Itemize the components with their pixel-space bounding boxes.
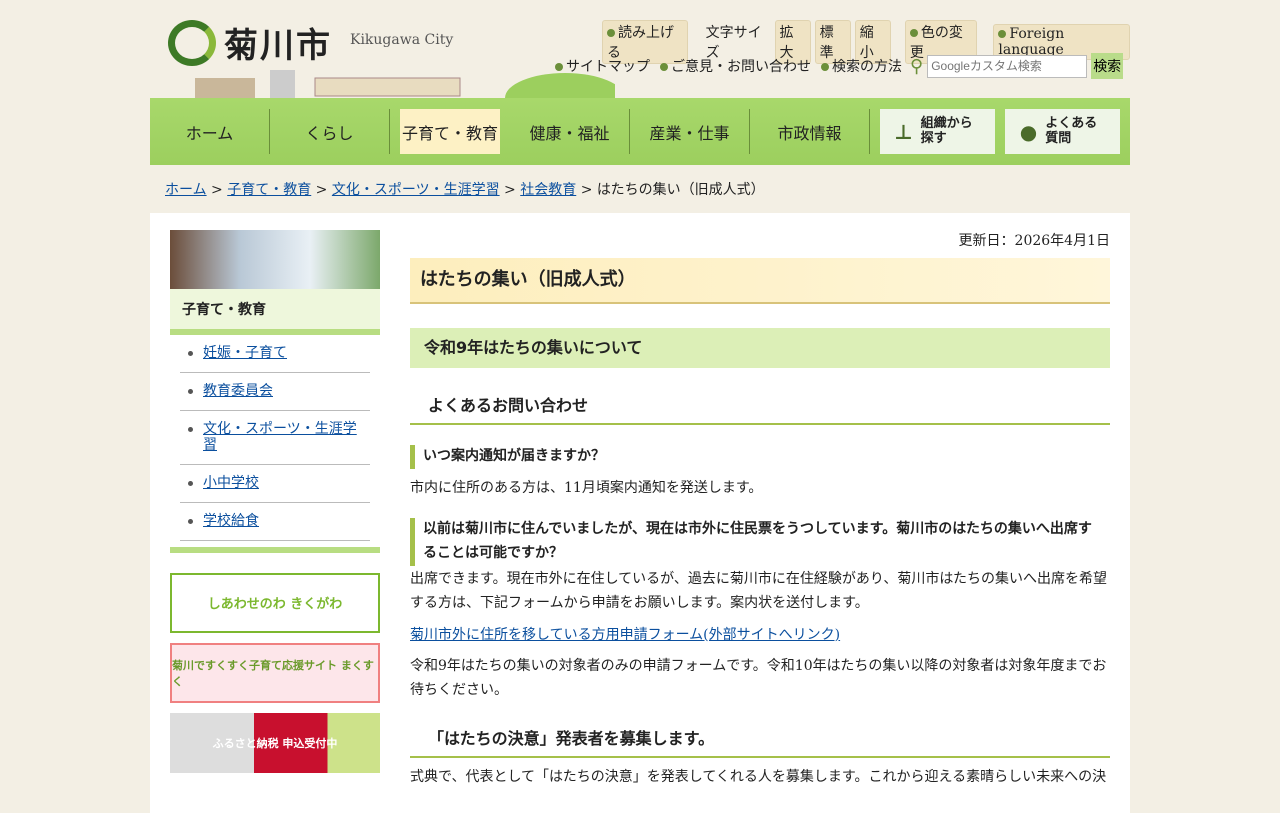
nav-city-info[interactable]: 市政情報 [750,109,870,154]
logo-text: 菊川市 [224,26,332,66]
city-emblem-icon [168,19,216,66]
sidebar-photo [170,230,380,289]
bullet-icon [607,29,615,37]
search-input[interactable] [927,54,1088,78]
application-form-link[interactable]: 菊川市外に住所を移している方用申請フォーム(外部サイトへリンク) [410,627,840,643]
search-button[interactable]: 検索 [1091,53,1124,79]
answer-1: 市内に住所のある方は、11月頃案内通知を発送します。 [410,479,763,496]
org-search-button[interactable]: ⊥ 組織から探す [880,109,995,154]
banner-shiawase[interactable]: しあわせのわ きくがわ [170,572,380,633]
breadcrumb-home[interactable]: ホーム [165,182,207,198]
search-help-link[interactable]: 検索の方法 [821,56,902,76]
breadcrumb-social-education[interactable]: 社会教育 [520,182,576,198]
sidebar-link-culture[interactable]: 文化・スポーツ・生涯学習 [203,421,357,454]
logo-english: Kikugawa City [350,32,454,48]
sidebar-item: 学校給食 [180,503,370,541]
nav-health-welfare[interactable]: 健康・福祉 [510,109,630,154]
nav-childcare-education[interactable]: 子育て・教育 [400,109,500,154]
speech-bubble-icon: ● [1019,119,1038,144]
sidebar-link-lunch[interactable]: 学校給食 [203,513,259,529]
sidebar: 子育て・教育 妊娠・子育て 教育委員会 文化・スポーツ・生涯学習 小中学校 学校… [170,230,380,773]
contact-label: ご意見・お問い合わせ [671,59,811,75]
nav-industry-work[interactable]: 産業・仕事 [630,109,750,154]
sitemap-label: サイトマップ [566,59,650,75]
section-heading: 令和9年はたちの集いについて [410,328,1110,368]
speaker-recruit-text: 式典で、代表として「はたちの決意」を発表してくれる人を募集します。これから迎える… [410,769,1107,786]
search-icon: ⚲ [910,55,924,77]
question-2: 以前は菊川市に住んでいましたが、現在は市外に住民票をうつしています。菊川市のはた… [410,518,1110,566]
contact-link[interactable]: ご意見・お問い合わせ [660,56,811,76]
global-nav: ホーム くらし 子育て・教育 健康・福祉 産業・仕事 市政情報 ⊥ 組織から探す … [150,98,1130,165]
org-chart-icon: ⊥ [894,119,913,144]
org-search-label: 組織から探す [920,116,973,146]
form-note: 令和9年はたちの集いの対象者のみの申請フォームです。令和10年はたちの集い以降の… [410,658,1107,699]
bullet-icon [998,30,1007,38]
answer-2: 出席できます。現在市外に在住しているが、過去に菊川市に在住経験があり、菊川市はた… [410,570,1108,611]
breadcrumb-childcare[interactable]: 子育て・教育 [227,182,311,198]
bullet-icon [555,63,563,71]
breadcrumb: ホーム > 子育て・教育 > 文化・スポーツ・生涯学習 > 社会教育 > はたち… [165,182,765,198]
bullet-icon [909,29,918,37]
banner-kusukusu[interactable]: 菊川ですくすく子育て応援サイト まくすく [170,642,380,703]
nav-living[interactable]: くらし [270,109,390,154]
question-1: いつ案内通知が届きますか？ [410,444,1110,469]
updated-date: 更新日：2026年4月1日 [958,233,1110,249]
faq-button[interactable]: ● よくある質問 [1005,109,1120,154]
sidebar-item: 小中学校 [180,465,370,503]
sidebar-link-schools[interactable]: 小中学校 [203,475,259,491]
banner-furusato-tax[interactable]: ふるさと納税 申込受付中 [170,712,380,773]
sidebar-link-pregnancy[interactable]: 妊娠・子育て [203,345,287,361]
town-illustration [195,70,615,98]
breadcrumb-culture[interactable]: 文化・スポーツ・生涯学習 [332,182,500,198]
site-logo[interactable]: 菊川市 [168,18,332,67]
sitemap-link[interactable]: サイトマップ [555,56,650,76]
breadcrumb-current: はたちの集い（旧成人式） [596,182,765,198]
article: 更新日：2026年4月1日 はたちの集い（旧成人式） 令和9年はたちの集いについ… [410,230,1110,790]
speaker-recruit-heading: 「はたちの決意」発表者を募集します。 [410,721,1110,759]
bullet-icon [660,63,668,71]
bullet-icon [821,63,829,71]
sidebar-item: 妊娠・子育て [180,335,370,373]
faq-heading: よくあるお問い合わせ [410,388,1110,425]
sidebar-divider [170,546,380,553]
sidebar-item: 教育委員会 [180,373,370,411]
page-title: はたちの集い（旧成人式） [410,257,1110,305]
sidebar-title: 子育て・教育 [170,289,380,335]
faq-label: よくある質問 [1045,116,1098,146]
search-help-label: 検索の方法 [832,59,902,75]
sidebar-link-board[interactable]: 教育委員会 [203,383,273,399]
sidebar-item: 文化・スポーツ・生涯学習 [180,411,370,466]
site-header: 菊川市 Kikugawa City 読み上げる 文字サイズ 拡大 標準 縮小 色… [150,0,1131,98]
nav-home[interactable]: ホーム [150,109,270,154]
main-area: 子育て・教育 妊娠・子育て 教育委員会 文化・スポーツ・生涯学習 小中学校 学校… [150,213,1130,813]
